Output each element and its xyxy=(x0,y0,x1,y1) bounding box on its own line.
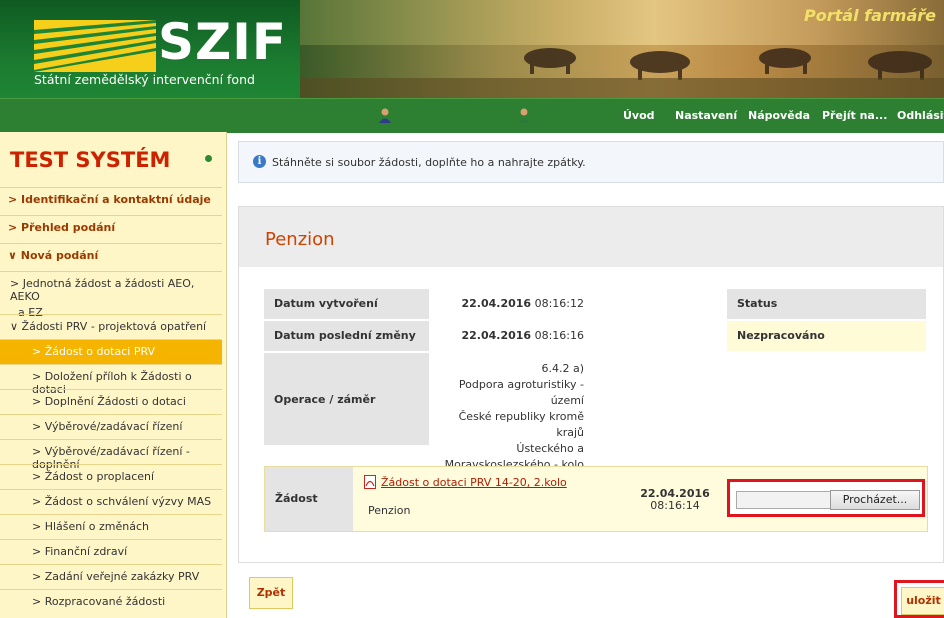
sidebar-item-financni-zdravi[interactable]: > Finanční zdraví xyxy=(0,539,222,564)
changed-date: 22.04.2016 xyxy=(461,329,532,342)
nav-prejit-na[interactable]: Přejít na... xyxy=(822,109,887,122)
file-upload-field[interactable] xyxy=(736,491,832,509)
logo-wordmark: SZIF xyxy=(158,13,288,71)
back-button[interactable]: Zpět xyxy=(249,577,293,609)
operation-line: České republiky kromě krajů xyxy=(458,410,584,439)
operation-label: Operace / záměr xyxy=(264,353,429,445)
nav-odhlasit[interactable]: Odhlásit xyxy=(897,109,944,122)
nav-nastaveni[interactable]: Nastavení xyxy=(675,109,737,122)
sidebar-item-doplneni-zadosti[interactable]: > Doplnění Žádosti o dotaci xyxy=(0,389,222,414)
szif-logo-icon xyxy=(34,20,156,72)
changed-value: 22.04.2016 08:16:16 xyxy=(430,321,588,351)
status-value: Nezpracováno xyxy=(727,321,926,351)
sidebar-item-rozpracovane-zadosti[interactable]: > Rozpracované žádosti xyxy=(0,589,222,614)
download-application-link[interactable]: Žádost o dotaci PRV 14-20, 2.kolo xyxy=(381,476,567,489)
sidebar-item-zadosti-prv[interactable]: ∨ Žádosti PRV - projektová opatření xyxy=(0,314,222,339)
operation-value: 6.4.2 a) Podpora agroturistiky - území Č… xyxy=(430,353,588,487)
operation-line: Podpora agroturistiky - území xyxy=(458,378,584,407)
header-photo: Portál farmáře xyxy=(300,0,944,98)
application-file-name: Penzion xyxy=(368,504,411,517)
sidebar-item-hlaseni-o-zmenach[interactable]: > Hlášení o změnách xyxy=(0,514,222,539)
user-icon[interactable] xyxy=(378,107,392,123)
operation-line-code: 6.4.2 a) xyxy=(541,362,584,375)
sidebar-item-schvaleni-vyzvy-mas[interactable]: > Žádost o schválení výzvy MAS xyxy=(0,489,222,514)
save-button[interactable]: uložit xyxy=(901,587,944,615)
status-dot-icon xyxy=(205,155,212,162)
nav-napoveda[interactable]: Nápověda xyxy=(748,109,810,122)
site-header: SZIF Státní zemědělský intervenční fond … xyxy=(0,0,944,98)
changed-label: Datum poslední změny xyxy=(264,321,429,351)
info-message-box: i Stáhněte si soubor žádosti, doplňte ho… xyxy=(238,141,944,183)
status-label: Status xyxy=(727,289,926,319)
created-time: 08:16:12 xyxy=(534,297,584,310)
logo-subtitle: Státní zemědělský intervenční fond xyxy=(34,72,255,87)
sidebar-item-dolozeni-priloh[interactable]: > Doložení příloh k Žádosti o dotaci xyxy=(0,364,222,396)
sidebar-item-vyberove-rizeni[interactable]: > Výběrové/zadávací řízení xyxy=(0,414,222,439)
pdf-icon xyxy=(364,475,376,489)
sidebar-item-prehled-podani[interactable]: > Přehled podání xyxy=(0,215,222,240)
created-date: 22.04.2016 xyxy=(461,297,532,310)
application-file-time: 08:16:14 xyxy=(650,499,700,512)
user-switch-icon[interactable] xyxy=(517,107,531,123)
created-label: Datum vytvoření xyxy=(264,289,429,319)
sidebar-item-vyberove-rizeni-doplneni[interactable]: > Výběrové/zadávací řízení - doplnění xyxy=(0,439,222,471)
sidebar-item-zadost-o-dotaci-prv[interactable]: > Žádost o dotaci PRV xyxy=(0,339,222,364)
sidebar-item-zadani-zakazky[interactable]: > Zadání veřejné zakázky PRV xyxy=(0,564,222,589)
created-value: 22.04.2016 08:16:12 xyxy=(430,289,588,319)
browse-button[interactable]: Procházet... xyxy=(830,490,920,510)
changed-time: 08:16:16 xyxy=(534,329,584,342)
sidebar-title: TEST SYSTÉM xyxy=(10,148,171,172)
logo-area[interactable]: SZIF Státní zemědělský intervenční fond xyxy=(0,0,300,98)
sidebar-item-jednotna-zadost[interactable]: > Jednotná žádost a žádosti AEO, AEKO a … xyxy=(0,271,222,319)
portal-title: Portál farmáře xyxy=(804,6,936,25)
sidebar-item-nova-podani[interactable]: ∨ Nová podání xyxy=(0,243,222,268)
zadost-label: Žádost xyxy=(265,467,353,531)
info-message: Stáhněte si soubor žádosti, doplňte ho a… xyxy=(272,156,586,169)
info-icon: i xyxy=(253,155,266,168)
nav-uvod[interactable]: Úvod xyxy=(623,109,655,122)
sidebar-item-zadost-o-proplaceni[interactable]: > Žádost o proplacení xyxy=(0,464,222,489)
operation-line: Ústeckého a xyxy=(516,442,584,455)
panel-title: Penzion xyxy=(265,229,335,250)
file-upload-highlight: Procházet... xyxy=(727,479,925,517)
sidebar-item-identifikace[interactable]: > Identifikační a kontaktní údaje xyxy=(0,187,222,212)
main-navbar: Úvod Nastavení Nápověda Přejít na... Odh… xyxy=(0,98,944,133)
panel-header: Penzion xyxy=(239,207,943,267)
